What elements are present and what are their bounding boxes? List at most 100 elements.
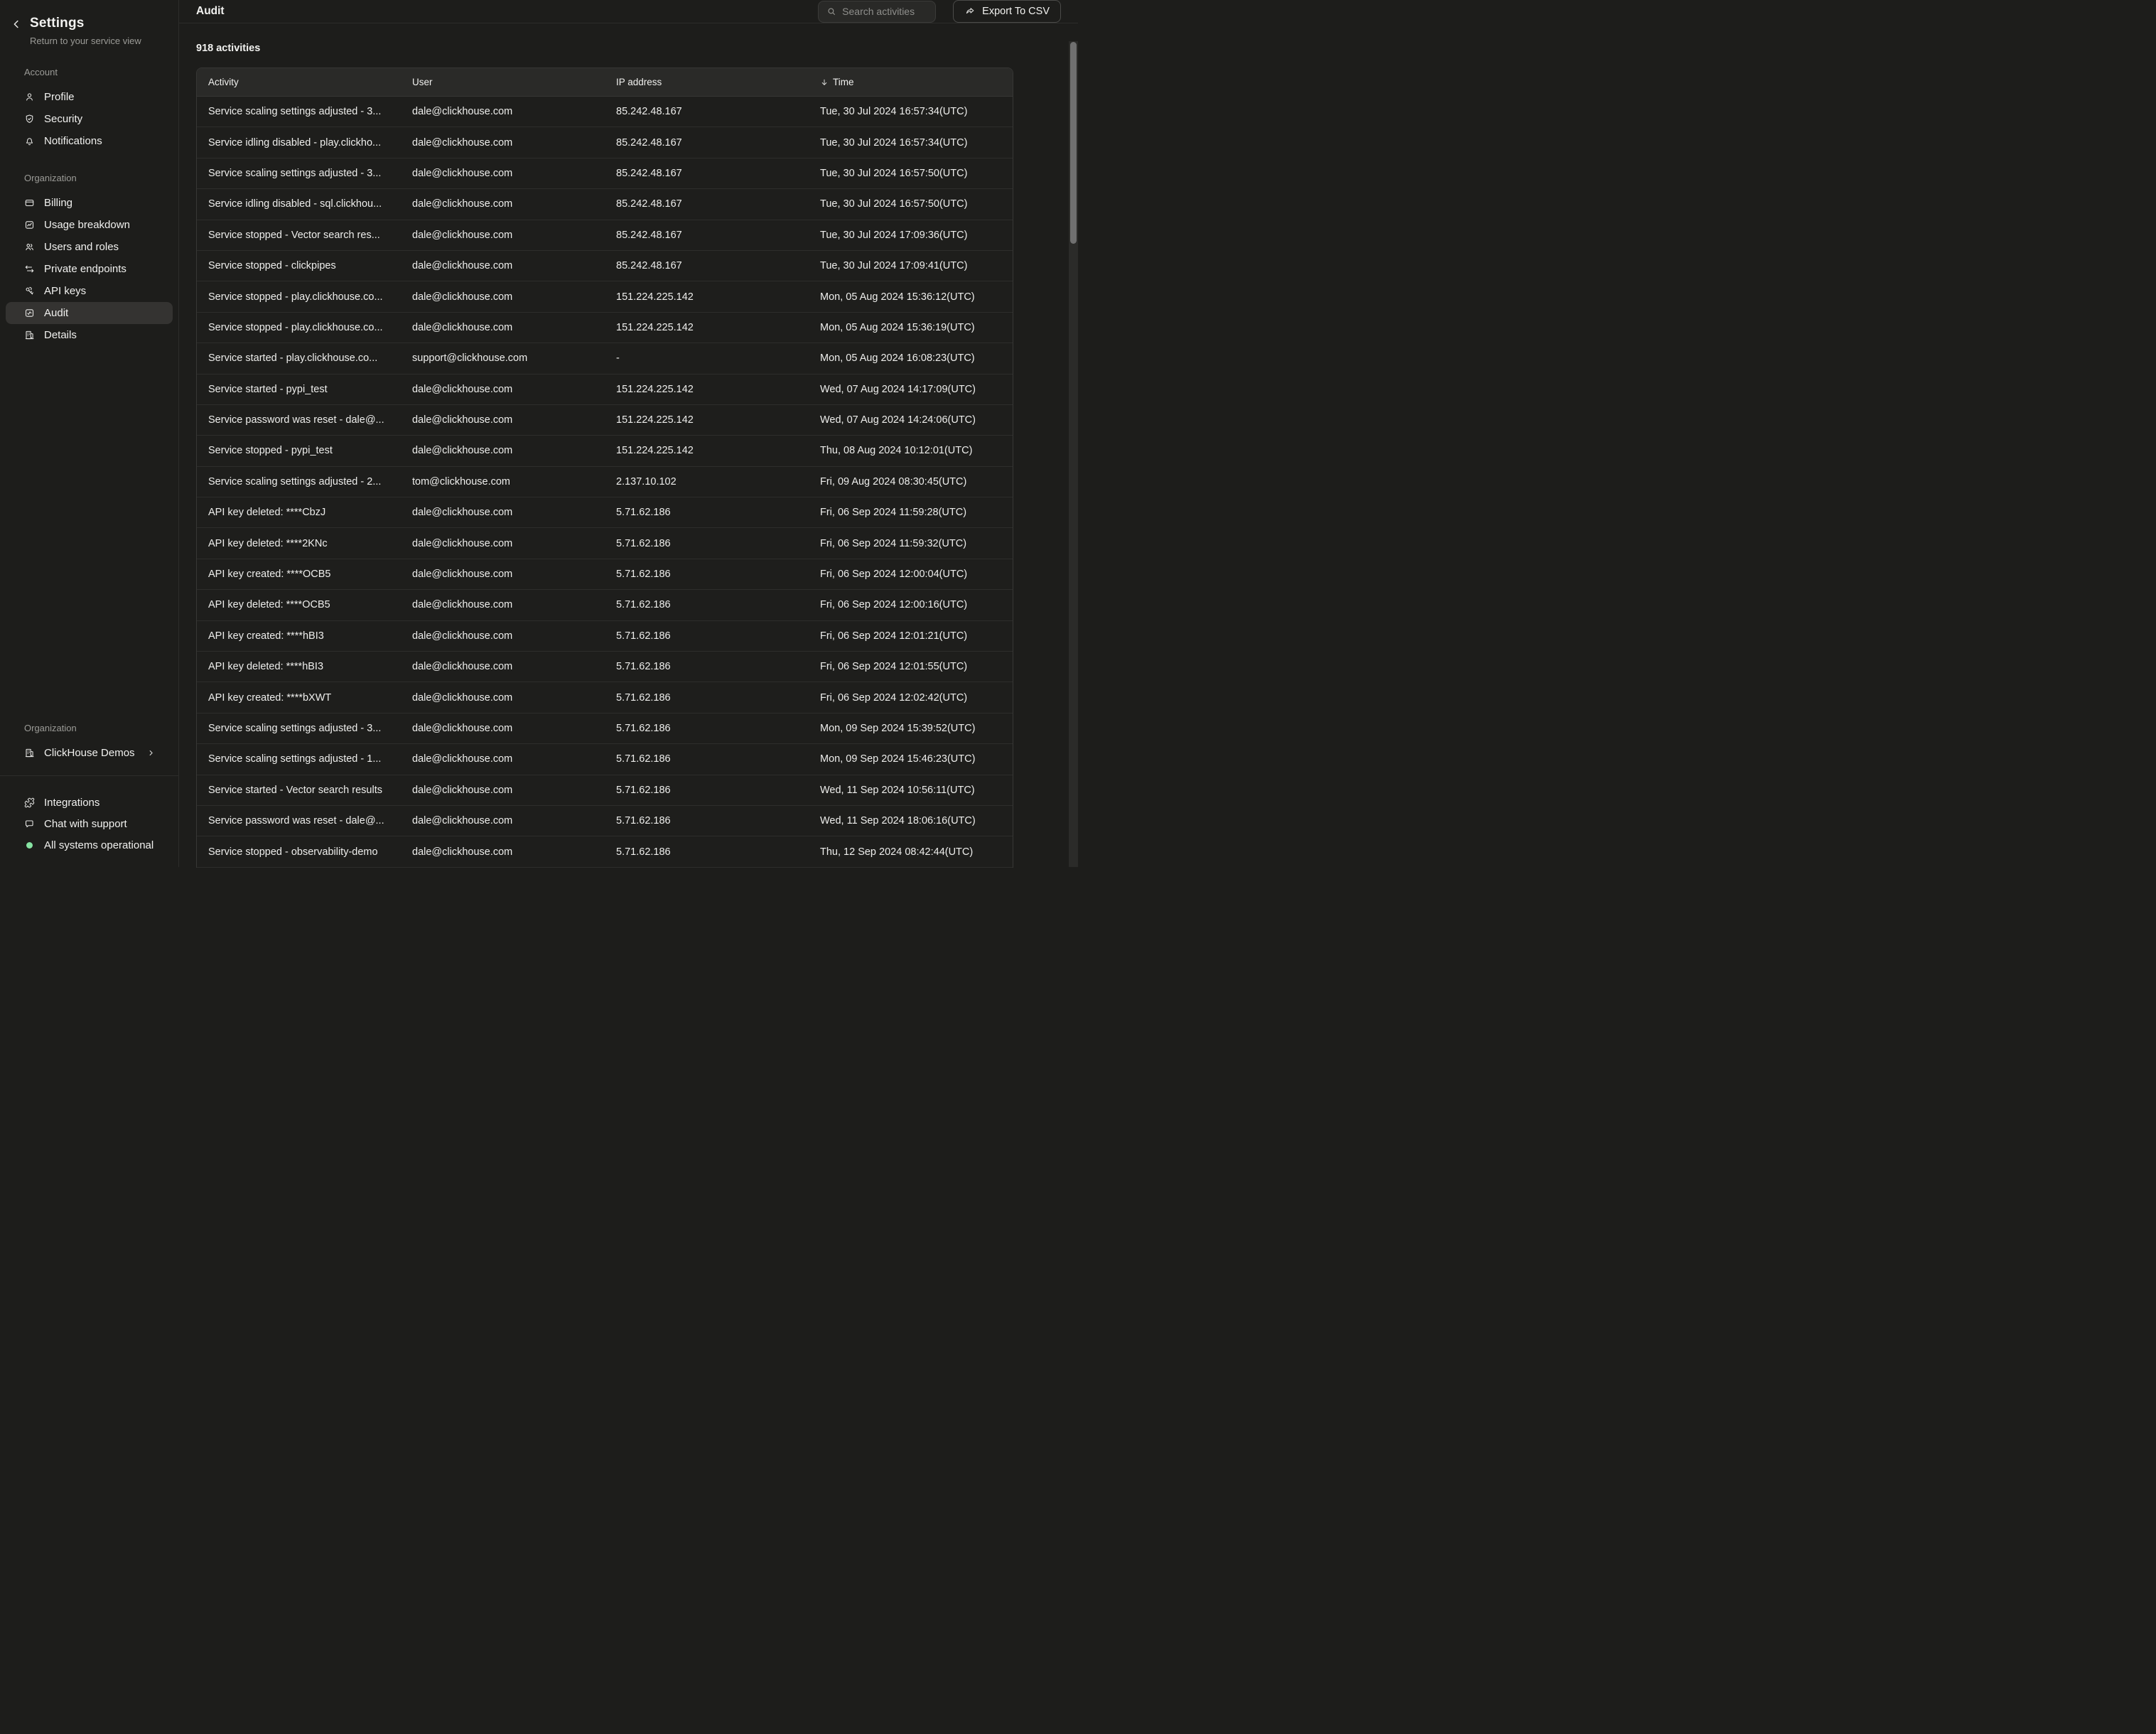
section-title: Audit xyxy=(196,5,225,18)
cell-time: Fri, 06 Sep 2024 12:02:42(UTC) xyxy=(809,692,1013,704)
cell-user: dale@clickhouse.com xyxy=(401,815,605,826)
sidebar-item-users-and-roles[interactable]: Users and roles xyxy=(6,236,173,258)
table-row: API key created: ****hBI3dale@clickhouse… xyxy=(197,621,1013,652)
cell-time: Thu, 12 Sep 2024 08:42:44(UTC) xyxy=(809,846,1013,858)
cell-ip-address: 5.71.62.186 xyxy=(605,692,809,704)
column-header-user[interactable]: User xyxy=(401,77,605,87)
sidebar-item-api-keys[interactable]: API keys xyxy=(6,280,173,302)
app-window: Settings Return to your service view Acc… xyxy=(0,0,1078,867)
cell-activity: API key created: ****hBI3 xyxy=(197,630,401,642)
cell-ip-address: 5.71.62.186 xyxy=(605,723,809,734)
table-row: API key deleted: ****2KNcdale@clickhouse… xyxy=(197,528,1013,559)
cell-activity: Service scaling settings adjusted - 3... xyxy=(197,168,401,179)
cell-user: dale@clickhouse.com xyxy=(401,414,605,426)
column-header-label: IP address xyxy=(616,77,662,87)
cell-time: Mon, 05 Aug 2024 15:36:19(UTC) xyxy=(809,322,1013,333)
cell-ip-address: 151.224.225.142 xyxy=(605,445,809,456)
table-row: API key deleted: ****hBI3dale@clickhouse… xyxy=(197,652,1013,682)
sidebar-item-label: Details xyxy=(44,329,77,341)
sidebar-item-details[interactable]: Details xyxy=(6,324,173,346)
search-input[interactable] xyxy=(842,6,927,17)
sidebar-item-notifications[interactable]: Notifications xyxy=(6,130,173,152)
cell-user: dale@clickhouse.com xyxy=(401,230,605,241)
cell-activity: Service stopped - play.clickhouse.co... xyxy=(197,322,401,333)
scrollbar-thumb[interactable] xyxy=(1070,42,1077,244)
sidebar-footer: IntegrationsChat with support All system… xyxy=(0,776,178,867)
cell-user: support@clickhouse.com xyxy=(401,352,605,364)
cell-user: dale@clickhouse.com xyxy=(401,445,605,456)
column-header-activity[interactable]: Activity xyxy=(197,77,401,87)
sidebar-item-security[interactable]: Security xyxy=(6,108,173,130)
scrollbar-track[interactable] xyxy=(1069,41,1078,867)
org-switcher[interactable]: ClickHouse Demos xyxy=(6,742,173,764)
cell-user: dale@clickhouse.com xyxy=(401,538,605,549)
sidebar-item-private-endpoints[interactable]: Private endpoints xyxy=(6,258,173,280)
sidebar-item-profile[interactable]: Profile xyxy=(6,86,173,108)
sidebar-footer-items: IntegrationsChat with support xyxy=(0,792,178,834)
cell-time: Fri, 06 Sep 2024 12:01:21(UTC) xyxy=(809,630,1013,642)
cell-user: dale@clickhouse.com xyxy=(401,569,605,580)
table-row: API key deleted: ****CbzJdale@clickhouse… xyxy=(197,497,1013,528)
status-dot-icon xyxy=(26,842,33,849)
cell-activity: Service stopped - clickpipes xyxy=(197,260,401,271)
cell-user: dale@clickhouse.com xyxy=(401,630,605,642)
chevron-left-icon xyxy=(10,18,23,31)
cell-user: dale@clickhouse.com xyxy=(401,507,605,518)
cell-ip-address: 151.224.225.142 xyxy=(605,384,809,395)
cell-time: Fri, 06 Sep 2024 12:00:16(UTC) xyxy=(809,599,1013,610)
cell-time: Mon, 05 Aug 2024 16:08:23(UTC) xyxy=(809,352,1013,364)
table-row: Service stopped - observability-demodale… xyxy=(197,836,1013,867)
sidebar-item-usage-breakdown[interactable]: Usage breakdown xyxy=(6,214,173,236)
cell-activity: API key created: ****OCB5 xyxy=(197,569,401,580)
back-button[interactable] xyxy=(10,18,23,31)
cell-activity: Service started - Vector search results xyxy=(197,785,401,796)
table-row: Service scaling settings adjusted - 3...… xyxy=(197,158,1013,189)
table-row: API key created: ****bXWTdale@clickhouse… xyxy=(197,682,1013,713)
sidebar-item-label: Users and roles xyxy=(44,241,119,253)
cell-activity: API key deleted: ****2KNc xyxy=(197,538,401,549)
cell-user: dale@clickhouse.com xyxy=(401,260,605,271)
table-row: Service scaling settings adjusted - 2...… xyxy=(197,467,1013,497)
cell-ip-address: 151.224.225.142 xyxy=(605,291,809,303)
table-row: Service started - pypi_testdale@clickhou… xyxy=(197,375,1013,405)
sidebar-item-label: Billing xyxy=(44,197,72,209)
chart-icon xyxy=(24,220,35,230)
table-row: Service idling disabled - play.clickho..… xyxy=(197,127,1013,158)
keys-icon xyxy=(24,286,35,296)
sidebar-item-chat-with-support[interactable]: Chat with support xyxy=(6,813,173,834)
cell-ip-address: 5.71.62.186 xyxy=(605,661,809,672)
users-icon xyxy=(24,242,35,252)
sidebar-section-organization: OrganizationBillingUsage breakdownUsers … xyxy=(0,173,178,346)
cell-ip-address: 85.242.48.167 xyxy=(605,198,809,210)
export-csv-button[interactable]: Export To CSV xyxy=(953,0,1061,23)
table-row: Service stopped - Vector search res...da… xyxy=(197,220,1013,251)
cell-ip-address: 5.71.62.186 xyxy=(605,599,809,610)
cell-user: tom@clickhouse.com xyxy=(401,476,605,488)
sidebar-title-block: Settings Return to your service view xyxy=(30,16,141,46)
cell-activity: Service idling disabled - play.clickho..… xyxy=(197,137,401,149)
bell-icon xyxy=(24,136,35,146)
sidebar-item-billing[interactable]: Billing xyxy=(6,192,173,214)
audit-table: Activity User IP address Time Service scali… xyxy=(196,68,1013,868)
search-box[interactable] xyxy=(818,1,936,23)
cell-time: Tue, 30 Jul 2024 16:57:34(UTC) xyxy=(809,106,1013,117)
column-header-time[interactable]: Time xyxy=(809,77,1013,87)
cell-ip-address: 85.242.48.167 xyxy=(605,168,809,179)
table-body: Service scaling settings adjusted - 3...… xyxy=(197,97,1013,868)
system-status[interactable]: All systems operational xyxy=(6,834,173,856)
sidebar-item-label: Private endpoints xyxy=(44,263,126,275)
cell-user: dale@clickhouse.com xyxy=(401,846,605,858)
sidebar-item-integrations[interactable]: Integrations xyxy=(6,792,173,813)
cell-time: Wed, 11 Sep 2024 18:06:16(UTC) xyxy=(809,815,1013,826)
column-header-label: User xyxy=(412,77,433,87)
column-header-label: Time xyxy=(833,77,854,87)
sidebar-item-audit[interactable]: Audit xyxy=(6,302,173,324)
sidebar-header: Settings Return to your service view xyxy=(0,0,178,46)
org-name: ClickHouse Demos xyxy=(44,747,137,759)
column-header-ip-address[interactable]: IP address xyxy=(605,77,809,87)
sidebar-spacer xyxy=(0,346,178,723)
export-csv-label: Export To CSV xyxy=(982,6,1050,17)
cell-activity: Service idling disabled - sql.clickhou..… xyxy=(197,198,401,210)
cell-activity: Service stopped - pypi_test xyxy=(197,445,401,456)
main-header: Audit Export To CSV xyxy=(179,0,1078,23)
